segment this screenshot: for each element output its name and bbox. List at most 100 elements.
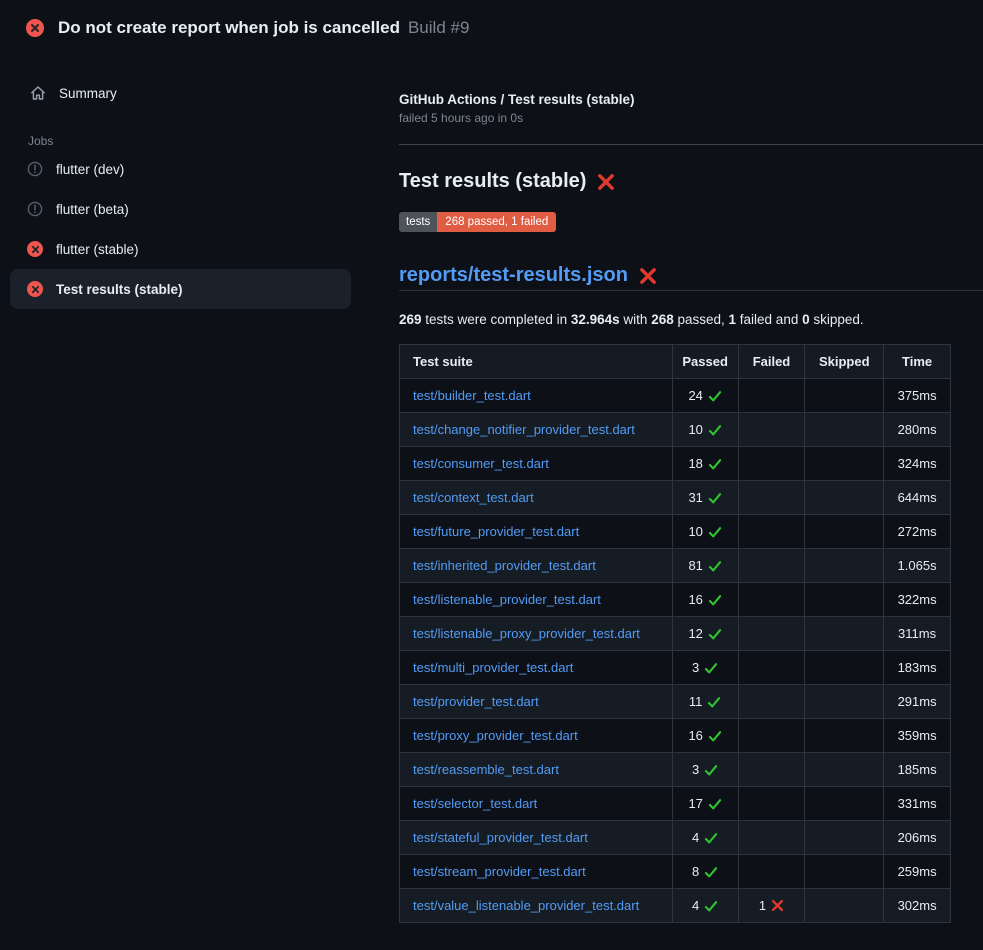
passed-value: 8 xyxy=(692,864,699,879)
col-header-failed: Failed xyxy=(738,345,805,379)
table-row: test/stream_provider_test.dart 8 259ms xyxy=(400,855,951,889)
passed-cell: 17 xyxy=(672,787,738,821)
run-title: Do not create report when job is cancell… xyxy=(58,18,400,38)
tests-badge: tests 268 passed, 1 failed xyxy=(399,212,556,232)
failed-cell xyxy=(738,685,805,719)
suite-link[interactable]: test/consumer_test.dart xyxy=(413,456,549,471)
failed-x-icon xyxy=(597,173,615,191)
passed-cell: 16 xyxy=(672,719,738,753)
suite-link[interactable]: test/context_test.dart xyxy=(413,490,534,505)
failed-cell xyxy=(738,651,805,685)
sidebar-item-flutter-dev[interactable]: flutter (dev) xyxy=(10,149,351,189)
check-icon xyxy=(704,661,718,675)
suite-link[interactable]: test/value_listenable_provider_test.dart xyxy=(413,898,639,913)
sidebar-item-flutter-stable[interactable]: flutter (stable) xyxy=(10,229,351,269)
passed-cell: 11 xyxy=(672,685,738,719)
jobs-heading: Jobs xyxy=(28,134,380,149)
page-header: Do not create report when job is cancell… xyxy=(0,0,983,56)
suite-link[interactable]: test/change_notifier_provider_test.dart xyxy=(413,422,635,437)
suite-link[interactable]: test/stream_provider_test.dart xyxy=(413,864,586,879)
failed-cell xyxy=(738,821,805,855)
time-cell: 259ms xyxy=(884,855,951,889)
passed-cell: 24 xyxy=(672,379,738,413)
skipped-cell xyxy=(805,753,884,787)
sidebar-item-summary[interactable]: Summary xyxy=(10,73,370,113)
passed-value: 4 xyxy=(692,898,699,913)
passed-value: 31 xyxy=(688,490,702,505)
passed-cell: 18 xyxy=(672,447,738,481)
failed-cell xyxy=(738,447,805,481)
col-header-test-suite: Test suite xyxy=(400,345,673,379)
suite-link[interactable]: test/provider_test.dart xyxy=(413,694,539,709)
failed-cell xyxy=(738,481,805,515)
skipped-cell xyxy=(805,617,884,651)
table-row: test/inherited_provider_test.dart 81 1.0… xyxy=(400,549,951,583)
suite-link[interactable]: test/proxy_provider_test.dart xyxy=(413,728,578,743)
check-icon xyxy=(707,695,721,709)
suite-link[interactable]: test/selector_test.dart xyxy=(413,796,537,811)
skipped-cell xyxy=(805,583,884,617)
passed-cell: 10 xyxy=(672,413,738,447)
table-row: test/proxy_provider_test.dart 16 359ms xyxy=(400,719,951,753)
duration: 32.964s xyxy=(571,312,620,327)
time-cell: 359ms xyxy=(884,719,951,753)
failed-cell xyxy=(738,549,805,583)
time-cell: 272ms xyxy=(884,515,951,549)
time-cell: 375ms xyxy=(884,379,951,413)
failed-cell xyxy=(738,515,805,549)
suite-link[interactable]: test/inherited_provider_test.dart xyxy=(413,558,596,573)
run-status-line: failed 5 hours ago in 0s xyxy=(399,111,983,125)
time-cell: 183ms xyxy=(884,651,951,685)
failed-cell xyxy=(738,379,805,413)
suite-link[interactable]: test/builder_test.dart xyxy=(413,388,531,403)
alert-circle-icon xyxy=(27,201,43,217)
skipped-cell xyxy=(805,651,884,685)
passed-value: 16 xyxy=(688,728,702,743)
skipped-cell xyxy=(805,413,884,447)
check-icon xyxy=(708,491,722,505)
divider xyxy=(399,144,983,145)
check-icon xyxy=(708,525,722,539)
failed-cell xyxy=(738,719,805,753)
passed-count: 268 xyxy=(651,312,674,327)
skipped-cell xyxy=(805,515,884,549)
suite-link[interactable]: test/stateful_provider_test.dart xyxy=(413,830,588,845)
sidebar-item-test-results-stable[interactable]: Test results (stable) xyxy=(10,269,351,309)
job-label: Test results (stable) xyxy=(56,282,183,297)
suite-link[interactable]: test/future_provider_test.dart xyxy=(413,524,579,539)
passed-cell: 3 xyxy=(672,753,738,787)
passed-cell: 8 xyxy=(672,855,738,889)
table-row: test/consumer_test.dart 18 324ms xyxy=(400,447,951,481)
passed-cell: 4 xyxy=(672,889,738,923)
suite-link[interactable]: test/reassemble_test.dart xyxy=(413,762,559,777)
total-count: 269 xyxy=(399,312,422,327)
sidebar-item-flutter-beta[interactable]: flutter (beta) xyxy=(10,189,351,229)
passed-cell: 81 xyxy=(672,549,738,583)
passed-cell: 12 xyxy=(672,617,738,651)
table-row: test/context_test.dart 31 644ms xyxy=(400,481,951,515)
col-header-passed: Passed xyxy=(672,345,738,379)
failed-status-icon xyxy=(26,19,44,37)
report-link[interactable]: reports/test-results.json xyxy=(399,264,628,287)
time-cell: 280ms xyxy=(884,413,951,447)
badge-label: tests xyxy=(399,212,437,232)
check-icon xyxy=(708,423,722,437)
suite-link[interactable]: test/listenable_proxy_provider_test.dart xyxy=(413,626,640,641)
job-label: flutter (dev) xyxy=(56,162,124,177)
build-number: Build #9 xyxy=(408,18,469,38)
check-icon xyxy=(704,831,718,845)
skipped-cell xyxy=(805,821,884,855)
failed-cell: 1 xyxy=(738,889,805,923)
table-row: test/value_listenable_provider_test.dart… xyxy=(400,889,951,923)
failed-x-icon xyxy=(639,267,657,285)
skipped-cell xyxy=(805,787,884,821)
check-icon xyxy=(708,729,722,743)
table-row: test/provider_test.dart 11 291ms xyxy=(400,685,951,719)
failed-status-icon xyxy=(27,281,43,297)
suite-link[interactable]: test/multi_provider_test.dart xyxy=(413,660,573,675)
time-cell: 185ms xyxy=(884,753,951,787)
failed-count: 1 xyxy=(729,312,737,327)
check-icon xyxy=(708,457,722,471)
table-row: test/listenable_proxy_provider_test.dart… xyxy=(400,617,951,651)
suite-link[interactable]: test/listenable_provider_test.dart xyxy=(413,592,601,607)
